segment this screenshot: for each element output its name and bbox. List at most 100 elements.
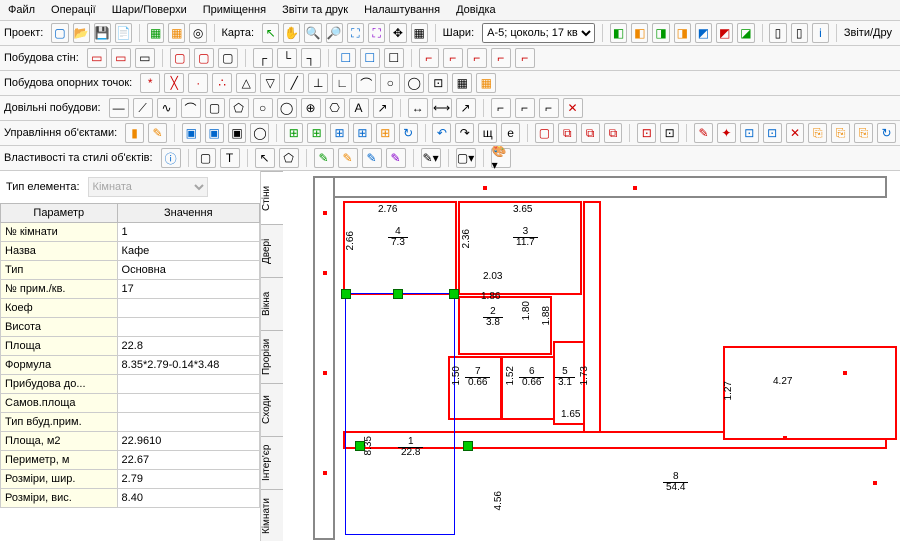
m21-icon[interactable]: ✎ <box>694 123 713 143</box>
pt8-icon[interactable]: ⊥ <box>308 73 328 93</box>
layers-select[interactable]: А-5; цоколь; 17 кв <box>482 23 595 43</box>
pt4-icon[interactable]: ∴ <box>212 73 232 93</box>
m15-icon[interactable]: ▢ <box>535 123 554 143</box>
table-row[interactable]: № прим./кв.17 <box>1 280 260 299</box>
m24-icon[interactable]: ⊡ <box>763 123 782 143</box>
table-row[interactable]: Формула8.35*2.79-0.14*3.48 <box>1 356 260 375</box>
pt11-icon[interactable]: ○ <box>380 73 400 93</box>
table-row[interactable]: Розміри, шир.2.79 <box>1 470 260 489</box>
l5-icon[interactable]: ◩ <box>695 23 712 43</box>
f16-icon[interactable]: ⌐ <box>491 98 511 118</box>
table-row[interactable]: Площа22.8 <box>1 337 260 356</box>
zoom-out-icon[interactable]: 🔎 <box>326 23 343 43</box>
table-row[interactable]: Периметр, м22.67 <box>1 451 260 470</box>
undo-icon[interactable]: ↶ <box>432 123 451 143</box>
m25-icon[interactable]: ⎘ <box>854 123 873 143</box>
wall-n-icon[interactable]: ⌐ <box>443 48 463 68</box>
value-cell[interactable] <box>117 375 259 394</box>
zoom-sel-icon[interactable]: ⛶ <box>368 23 385 43</box>
m8-icon[interactable]: ⊞ <box>307 123 326 143</box>
style2-icon[interactable]: ▢▾ <box>456 148 476 168</box>
menu-rooms[interactable]: Приміщення <box>203 4 266 16</box>
wall-q-icon[interactable]: ⌐ <box>515 48 535 68</box>
l6-icon[interactable]: ◩ <box>716 23 733 43</box>
wall-c-icon[interactable]: ▭ <box>135 48 155 68</box>
wall-o-icon[interactable]: ⌐ <box>467 48 487 68</box>
info2-icon[interactable]: ⓘ <box>161 148 181 168</box>
pt9-icon[interactable]: ∟ <box>332 73 352 93</box>
p4-icon[interactable]: ⬠ <box>279 148 299 168</box>
table-row[interactable]: Розміри, вис.8.40 <box>1 489 260 508</box>
element-type-select[interactable]: Кімната <box>88 177 208 197</box>
brush2-icon[interactable]: ✎ <box>338 148 358 168</box>
pt10-icon[interactable]: ⌒ <box>356 73 376 93</box>
m6-icon[interactable]: ◯ <box>250 123 269 143</box>
brush1-icon[interactable]: ✎ <box>314 148 334 168</box>
wall-m-icon[interactable]: ⌐ <box>419 48 439 68</box>
pt5-icon[interactable]: △ <box>236 73 256 93</box>
brush4-icon[interactable]: ✎ <box>386 148 406 168</box>
menu-file[interactable]: Файл <box>8 4 35 16</box>
save-icon[interactable]: 💾 <box>94 23 111 43</box>
pan-icon[interactable]: ✋ <box>283 23 300 43</box>
m9-icon[interactable]: ⊞ <box>330 123 349 143</box>
pt15-icon[interactable]: ▦ <box>476 73 496 93</box>
value-cell[interactable] <box>117 299 259 318</box>
pt2-icon[interactable]: ╳ <box>164 73 184 93</box>
f13-icon[interactable]: ↔ <box>408 98 428 118</box>
menu-ops[interactable]: Операції <box>51 4 96 16</box>
wall-k-icon[interactable]: ☐ <box>360 48 380 68</box>
value-cell[interactable] <box>117 394 259 413</box>
paste-icon[interactable]: ⎘ <box>831 123 850 143</box>
style1-icon[interactable]: ✎▾ <box>421 148 441 168</box>
value-cell[interactable]: 1 <box>117 223 259 242</box>
wall-e-icon[interactable]: ▢ <box>194 48 214 68</box>
m11-icon[interactable]: ⊞ <box>376 123 395 143</box>
f10-icon[interactable]: ⎔ <box>325 98 345 118</box>
l4-icon[interactable]: ◨ <box>674 23 691 43</box>
m22-icon[interactable]: ✦ <box>717 123 736 143</box>
vtab-3[interactable]: Прорізи <box>261 330 283 383</box>
l2-icon[interactable]: ◧ <box>631 23 648 43</box>
menu-layers[interactable]: Шари/Поверхи <box>112 4 187 16</box>
value-cell[interactable]: Кафе <box>117 242 259 261</box>
f9-icon[interactable]: ⊕ <box>301 98 321 118</box>
value-cell[interactable]: 22.67 <box>117 451 259 470</box>
vtab-4[interactable]: Сходи <box>261 383 283 436</box>
p1-icon[interactable]: ▢ <box>196 148 216 168</box>
m7-icon[interactable]: ⊞ <box>284 123 303 143</box>
move-icon[interactable]: ✥ <box>389 23 406 43</box>
table-row[interactable]: Тип вбуд.прим. <box>1 413 260 432</box>
pt7-icon[interactable]: ╱ <box>284 73 304 93</box>
wall-j-icon[interactable]: ☐ <box>336 48 356 68</box>
m26-icon[interactable]: ↻ <box>877 123 896 143</box>
m18-icon[interactable]: ⧉ <box>604 123 623 143</box>
m12-icon[interactable]: ↻ <box>399 123 418 143</box>
f19-icon[interactable]: ✕ <box>563 98 583 118</box>
node[interactable] <box>449 289 459 299</box>
brush3-icon[interactable]: ✎ <box>362 148 382 168</box>
node[interactable] <box>341 289 351 299</box>
value-cell[interactable]: Основна <box>117 261 259 280</box>
wall-g-icon[interactable]: ┌ <box>253 48 273 68</box>
book-icon[interactable]: ▯ <box>769 23 786 43</box>
new-icon[interactable]: ▢ <box>51 23 68 43</box>
f15-icon[interactable]: ↗ <box>456 98 476 118</box>
m14-icon[interactable]: е <box>501 123 520 143</box>
table-row[interactable]: № кімнати1 <box>1 223 260 242</box>
table-row[interactable]: Самов.площа <box>1 394 260 413</box>
value-cell[interactable]: 8.40 <box>117 489 259 508</box>
f5-icon[interactable]: ▢ <box>205 98 225 118</box>
selected-room[interactable] <box>345 293 455 535</box>
m19-icon[interactable]: ⊡ <box>637 123 656 143</box>
value-cell[interactable] <box>117 318 259 337</box>
f6-icon[interactable]: ⬠ <box>229 98 249 118</box>
value-cell[interactable] <box>117 413 259 432</box>
p2-icon[interactable]: T <box>220 148 240 168</box>
vtab-5[interactable]: Інтер'єр <box>261 436 283 489</box>
target-icon[interactable]: ◎ <box>189 23 206 43</box>
vtab-1[interactable]: Двері <box>261 224 283 277</box>
info-icon[interactable]: i <box>812 23 829 43</box>
table-row[interactable]: Площа, м222.9610 <box>1 432 260 451</box>
m23-icon[interactable]: ⊡ <box>740 123 759 143</box>
